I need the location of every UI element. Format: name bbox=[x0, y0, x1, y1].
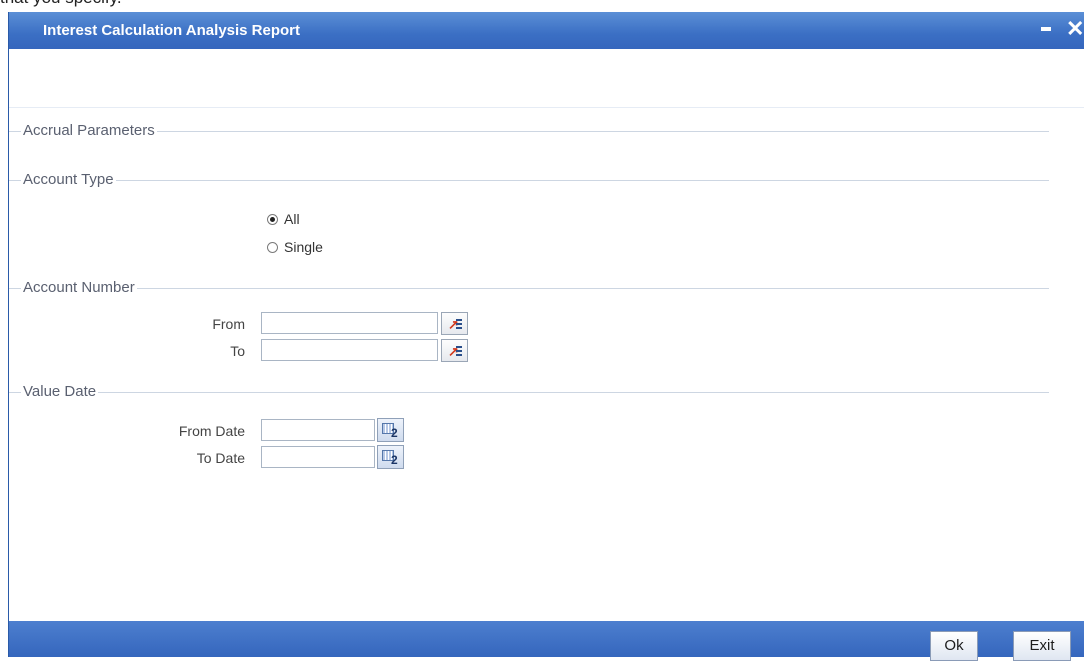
header-divider bbox=[9, 107, 1084, 108]
value-date-divider bbox=[9, 392, 1049, 393]
section-value-date: Value Date bbox=[21, 383, 99, 400]
caption-fragment: that you specify. bbox=[0, 0, 122, 8]
radio-all-label: All bbox=[284, 211, 300, 227]
footer-bar bbox=[9, 621, 1084, 657]
list-of-values-icon bbox=[456, 346, 462, 356]
title-bar: Interest Calculation Analysis Report ✕ bbox=[9, 12, 1084, 49]
from-account-input[interactable] bbox=[261, 312, 438, 334]
to-account-label: To bbox=[230, 343, 245, 359]
close-icon[interactable]: ✕ bbox=[1066, 16, 1084, 42]
from-date-input[interactable] bbox=[261, 419, 375, 441]
report-window: Interest Calculation Analysis Report ✕ A… bbox=[8, 12, 1084, 657]
accrual-divider bbox=[9, 131, 1049, 132]
window-title: Interest Calculation Analysis Report bbox=[43, 22, 301, 39]
from-account-label: From bbox=[212, 316, 245, 332]
to-date-input[interactable] bbox=[261, 446, 375, 468]
to-date-label: To Date bbox=[196, 450, 245, 466]
minimize-icon[interactable] bbox=[1041, 27, 1051, 31]
from-account-lov-button[interactable]: ↗ bbox=[441, 312, 468, 335]
radio-single-label: Single bbox=[284, 239, 323, 255]
list-of-values-icon bbox=[456, 319, 462, 329]
section-accrual-parameters: Accrual Parameters bbox=[21, 122, 157, 139]
to-account-lov-button[interactable]: ↗ bbox=[441, 339, 468, 362]
radio-single-indicator[interactable] bbox=[267, 241, 278, 253]
account-type-divider bbox=[9, 180, 1049, 181]
account-number-divider bbox=[9, 288, 1049, 289]
radio-all[interactable]: All bbox=[267, 211, 300, 227]
from-date-label: From Date bbox=[178, 423, 245, 439]
radio-all-indicator[interactable] bbox=[267, 213, 278, 225]
to-account-input[interactable] bbox=[261, 339, 438, 361]
section-account-type: Account Type bbox=[21, 171, 116, 188]
to-date-calendar-button[interactable]: 2 bbox=[377, 445, 404, 469]
from-date-calendar-button[interactable]: 2 bbox=[377, 418, 404, 442]
section-account-number: Account Number bbox=[21, 279, 137, 296]
radio-single[interactable]: Single bbox=[267, 239, 323, 255]
